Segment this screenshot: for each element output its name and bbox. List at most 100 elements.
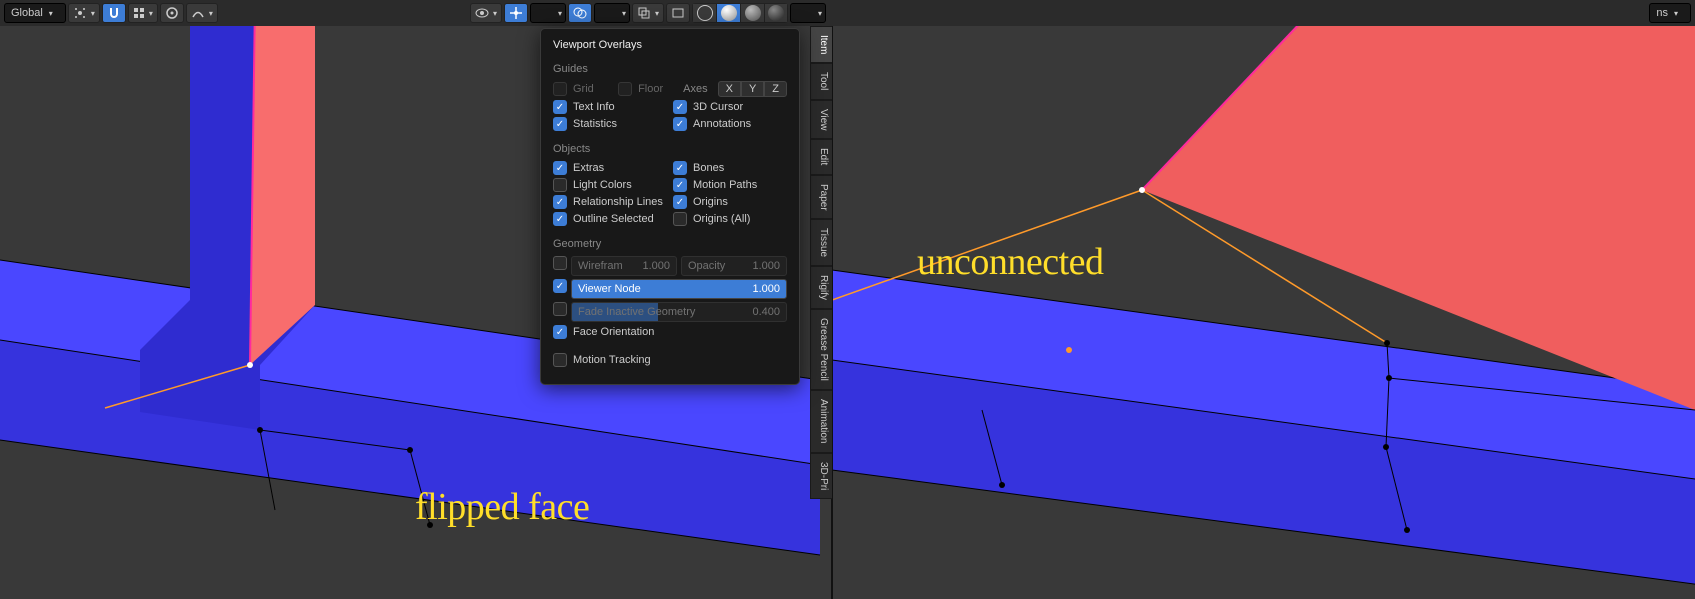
- overlays-icon: [573, 6, 587, 20]
- overlays-toggle[interactable]: [568, 3, 592, 23]
- origins-checkbox[interactable]: [673, 195, 687, 209]
- fade-value: 0.400: [752, 306, 780, 318]
- shading-rendered[interactable]: [764, 3, 788, 23]
- chevron-down-icon: ▾: [558, 9, 562, 18]
- sidetab-animation[interactable]: Animation: [810, 390, 832, 452]
- overlays-dropdown[interactable]: ▾: [594, 3, 630, 23]
- origins-all-checkbox[interactable]: [673, 212, 687, 226]
- camera-frame-icon: [671, 6, 685, 20]
- snap-settings-dropdown[interactable]: ▾: [128, 3, 158, 23]
- floor-label: Floor: [638, 83, 663, 95]
- shading-wireframe[interactable]: [692, 3, 716, 23]
- chevron-down-icon: ▾: [493, 9, 497, 18]
- motion-tracking-checkbox[interactable]: [553, 353, 567, 367]
- visibility-dropdown[interactable]: ▾: [470, 3, 502, 23]
- toggle-camera-button[interactable]: [666, 3, 690, 23]
- viewport-right[interactable]: ns ▾ unconnected: [832, 0, 1695, 599]
- light-colors-checkbox[interactable]: [553, 178, 567, 192]
- chevron-down-icon: ▾: [91, 9, 95, 18]
- chevron-down-icon: ▾: [149, 9, 153, 18]
- floor-checkbox[interactable]: [618, 82, 632, 96]
- gizmos-dropdown[interactable]: ▾: [530, 3, 566, 23]
- viewer-node-slider[interactable]: Viewer Node 1.000: [571, 279, 787, 299]
- transform-orientation-dropdown[interactable]: Global ▾: [4, 3, 66, 23]
- bones-checkbox[interactable]: [673, 161, 687, 175]
- extras-checkbox[interactable]: [553, 161, 567, 175]
- rendered-sphere-icon: [768, 5, 784, 21]
- eye-icon: [475, 6, 489, 20]
- sidetab-paper[interactable]: Paper: [810, 175, 832, 220]
- opacity-value: 1.000: [752, 260, 780, 272]
- proportional-edit-toggle[interactable]: [160, 3, 184, 23]
- annotation-left: flipped face: [415, 485, 589, 529]
- text-info-label: Text Info: [573, 101, 615, 113]
- 3d-cursor-checkbox[interactable]: [673, 100, 687, 114]
- motion-paths-checkbox[interactable]: [673, 178, 687, 192]
- shading-mode-group: [692, 3, 788, 23]
- 3d-cursor-label: 3D Cursor: [693, 101, 743, 113]
- statistics-checkbox[interactable]: [553, 117, 567, 131]
- sidetab-3dprint[interactable]: 3D-Pri: [810, 453, 832, 499]
- sidetab-edit[interactable]: Edit: [810, 139, 832, 174]
- relationship-lines-checkbox[interactable]: [553, 195, 567, 209]
- axis-y-toggle[interactable]: Y: [741, 81, 764, 97]
- sidetab-tissue[interactable]: Tissue: [810, 219, 832, 266]
- origins-all-label: Origins (All): [693, 213, 750, 225]
- viewer-node-label: Viewer Node: [578, 283, 641, 295]
- bones-label: Bones: [693, 162, 724, 174]
- wireframe-opacity-slider[interactable]: Opacity 1.000: [681, 256, 787, 276]
- fade-inactive-checkbox[interactable]: [553, 302, 567, 316]
- proportional-icon: [165, 6, 179, 20]
- viewport-left[interactable]: Global ▾ ▾ ▾ ▾ ▾: [0, 0, 832, 599]
- sidetab-rigify[interactable]: Rigify: [810, 266, 832, 309]
- fade-label: Fade Inactive Geometry: [578, 306, 695, 318]
- wireframe-checkbox[interactable]: [553, 256, 567, 270]
- chevron-down-icon: ▾: [655, 9, 659, 18]
- transform-orientation-label: Global: [11, 7, 43, 19]
- gizmos-toggle[interactable]: [504, 3, 528, 23]
- n-panel-tabs: Item Tool View Edit Paper Tissue Rigify …: [810, 26, 832, 499]
- xray-toggle[interactable]: ▾: [632, 3, 664, 23]
- pivot-point-dropdown[interactable]: ▾: [68, 3, 100, 23]
- annotations-checkbox[interactable]: [673, 117, 687, 131]
- proportional-falloff-dropdown[interactable]: ▾: [186, 3, 218, 23]
- xray-icon: [637, 6, 651, 20]
- shading-options-dropdown[interactable]: ▾: [790, 3, 826, 23]
- viewer-node-checkbox[interactable]: [553, 279, 567, 293]
- wireframe-label: Wirefram: [578, 260, 623, 272]
- axis-x-toggle[interactable]: X: [718, 81, 741, 97]
- sidetab-view[interactable]: View: [810, 100, 832, 140]
- axis-z-toggle[interactable]: Z: [764, 81, 787, 97]
- shading-solid[interactable]: [716, 3, 740, 23]
- mesh-view-right: [832, 0, 1695, 599]
- outline-selected-checkbox[interactable]: [553, 212, 567, 226]
- annotations-label: Annotations: [693, 118, 751, 130]
- options-label: ns: [1656, 7, 1668, 19]
- text-info-checkbox[interactable]: [553, 100, 567, 114]
- sidetab-grease-pencil[interactable]: Grease Pencil: [810, 309, 832, 390]
- relationship-lines-label: Relationship Lines: [573, 196, 663, 208]
- geometry-section-title: Geometry: [553, 238, 787, 250]
- annotation-right: unconnected: [917, 240, 1104, 284]
- extras-label: Extras: [573, 162, 604, 174]
- opacity-label: Opacity: [688, 260, 725, 272]
- shading-matprev[interactable]: [740, 3, 764, 23]
- options-dropdown-right[interactable]: ns ▾: [1649, 3, 1691, 23]
- grid-snap-icon: [133, 7, 145, 19]
- grid-checkbox[interactable]: [553, 82, 567, 96]
- face-orientation-checkbox[interactable]: [553, 325, 567, 339]
- popover-title: Viewport Overlays: [553, 39, 787, 51]
- chevron-down-icon: ▾: [818, 9, 822, 18]
- sidetab-item[interactable]: Item: [810, 26, 832, 63]
- wireframe-value: 1.000: [642, 260, 670, 272]
- axes-label: Axes: [683, 83, 707, 95]
- origins-label: Origins: [693, 196, 728, 208]
- matprev-sphere-icon: [745, 5, 761, 21]
- sidetab-tool[interactable]: Tool: [810, 63, 832, 99]
- outline-selected-label: Outline Selected: [573, 213, 654, 225]
- chevron-down-icon: ▾: [209, 9, 213, 18]
- fade-inactive-slider[interactable]: Fade Inactive Geometry 0.400: [571, 302, 787, 322]
- wireframe-slider[interactable]: Wirefram 1.000: [571, 256, 677, 276]
- snap-toggle[interactable]: [102, 3, 126, 23]
- curve-icon: [191, 6, 205, 20]
